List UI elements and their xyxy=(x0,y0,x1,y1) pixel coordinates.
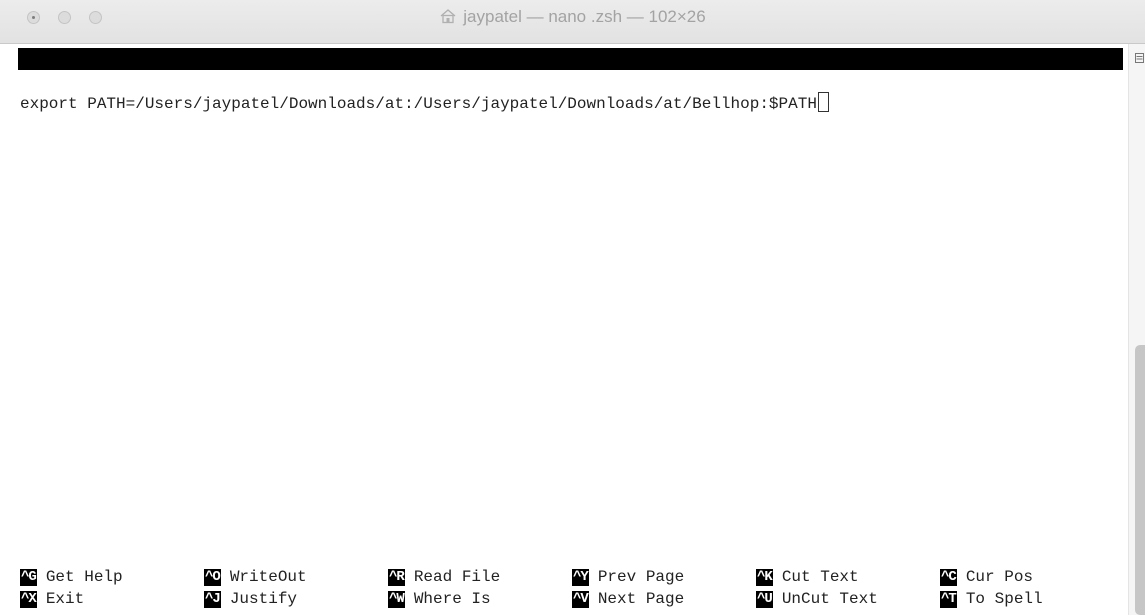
shortcut-where-is[interactable]: ^W Where Is xyxy=(388,588,491,610)
shortcut-key: ^X xyxy=(20,591,37,608)
shortcut-label: Next Page xyxy=(597,590,685,608)
shortcut-key: ^C xyxy=(940,569,957,586)
shortcut-cut-text[interactable]: ^K Cut Text xyxy=(756,566,859,588)
shortcut-get-help[interactable]: ^G Get Help xyxy=(20,566,123,588)
shortcut-justify[interactable]: ^J Justify xyxy=(204,588,297,610)
shortcut-key: ^R xyxy=(388,569,405,586)
shortcut-label: Exit xyxy=(45,590,85,608)
shortcut-label: Read File xyxy=(413,568,501,586)
shortcut-label: Where Is xyxy=(413,590,491,608)
window-title-text: jaypatel — nano .zsh — 102×26 xyxy=(463,7,706,26)
split-pane-icon[interactable] xyxy=(1135,50,1144,68)
shortcut-next-page[interactable]: ^V Next Page xyxy=(572,588,684,610)
nano-header-bar: GNU nano 2.0.6 File: .zsh xyxy=(18,48,1123,112)
shortcut-key: ^K xyxy=(756,569,773,586)
shortcut-key: ^W xyxy=(388,591,405,608)
shortcut-label: To Spell xyxy=(965,590,1043,608)
shortcut-key: ^J xyxy=(204,591,221,608)
shortcut-key: ^G xyxy=(20,569,37,586)
shortcut-label: Justify xyxy=(229,590,298,608)
terminal-view[interactable]: GNU nano 2.0.6 File: .zsh export PATH=/U… xyxy=(0,44,1128,615)
shortcut-key: ^U xyxy=(756,591,773,608)
vertical-scrollbar-thumb[interactable] xyxy=(1135,345,1145,615)
shortcut-label: Prev Page xyxy=(597,568,685,586)
window-title: jaypatel — nano .zsh — 102×26 xyxy=(0,7,1145,29)
window-titlebar[interactable]: jaypatel — nano .zsh — 102×26 xyxy=(0,0,1145,44)
shortcut-exit[interactable]: ^X Exit xyxy=(20,588,84,610)
shortcut-uncut-text[interactable]: ^U UnCut Text xyxy=(756,588,878,610)
shortcut-key: ^T xyxy=(940,591,957,608)
shortcut-label: Get Help xyxy=(45,568,123,586)
shortcut-cur-pos[interactable]: ^C Cur Pos xyxy=(940,566,1033,588)
shortcut-key: ^O xyxy=(204,569,221,586)
shortcut-read-file[interactable]: ^R Read File xyxy=(388,566,500,588)
nano-version-label: GNU nano 2.0.6 xyxy=(41,72,176,90)
editor-line-text[interactable]: export PATH=/Users/jaypatel/Downloads/at… xyxy=(20,95,817,113)
editor-text-line[interactable]: export PATH=/Users/jaypatel/Downloads/at… xyxy=(20,92,829,115)
shortcut-label: Cut Text xyxy=(781,568,859,586)
shortcut-key: ^V xyxy=(572,591,589,608)
text-cursor xyxy=(817,92,829,112)
shortcut-label: UnCut Text xyxy=(781,590,878,608)
shortcut-prev-page[interactable]: ^Y Prev Page xyxy=(572,566,684,588)
shortcut-writeout[interactable]: ^O WriteOut xyxy=(204,566,307,588)
shortcut-key: ^Y xyxy=(572,569,589,586)
shortcut-label: WriteOut xyxy=(229,568,307,586)
home-icon xyxy=(439,8,457,29)
shortcut-to-spell[interactable]: ^T To Spell xyxy=(940,588,1043,610)
shortcut-label: Cur Pos xyxy=(965,568,1034,586)
